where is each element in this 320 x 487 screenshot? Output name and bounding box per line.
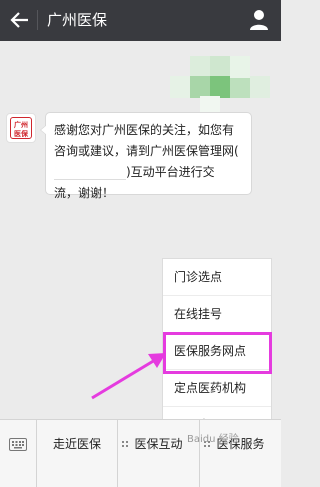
watermark: Baidu 经验 — [187, 434, 239, 445]
keyboard-toggle[interactable] — [0, 420, 37, 487]
highlight-box — [163, 332, 272, 374]
menu-item-clinic-select[interactable]: 门诊选点 — [163, 259, 271, 296]
menu-item-online-registration[interactable]: 在线挂号 — [163, 296, 271, 333]
tab-label: 走近医保 — [52, 437, 101, 451]
back-arrow-icon[interactable] — [8, 7, 32, 33]
bottom-menu-bar: 走近医保 医保互动 医保服务 — [0, 419, 281, 487]
keyboard-icon — [9, 438, 27, 451]
top-bar: 广州医保 — [0, 0, 281, 41]
message-text: 感谢您对广州医保的关注，如您有 咨询或建议，请到广州医保管理网( )互动平台进行… — [54, 120, 249, 204]
message-bubble: 感谢您对广州医保的关注，如您有 咨询或建议，请到广州医保管理网( )互动平台进行… — [40, 112, 252, 200]
avatar-logo: 广州医保 — [10, 117, 32, 139]
message-line-3: )互动平台进行交 — [54, 162, 249, 183]
message-line: 咨询或建议，请到广州医保管理网( — [54, 144, 239, 158]
message-line: )互动平台进行交 — [126, 165, 215, 179]
blurred-image — [170, 56, 270, 118]
header-divider — [37, 10, 38, 30]
menu-item-designated-institutions[interactable]: 定点医药机构 — [163, 370, 271, 407]
user-icon[interactable] — [249, 9, 269, 31]
message-line: 感谢您对广州医保的关注，如您有 — [54, 123, 235, 137]
message-line: 流，谢谢！ — [54, 186, 115, 200]
page-title: 广州医保 — [47, 11, 108, 29]
avatar[interactable]: 广州医保 — [6, 113, 36, 143]
redacted-url — [54, 165, 126, 180]
tab-approach-medical-insurance[interactable]: 走近医保 — [37, 420, 118, 487]
